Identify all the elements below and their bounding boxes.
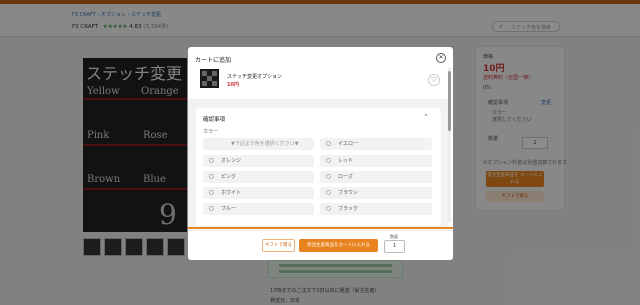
option-label: ブルー: [221, 206, 237, 212]
color-option[interactable]: ローズ: [320, 171, 432, 183]
option-label: ホワイト: [221, 190, 242, 196]
radio-icon: [209, 189, 214, 195]
cart-item: ステッチ変更オプション 10円 ♡: [196, 69, 442, 97]
radio-icon: [326, 157, 331, 163]
radio-icon: [209, 205, 214, 211]
add-to-cart-modal: カートに追加 ✕ ステッチ変更オプション 10円 ♡ 確認事項 ⌃ カラー ▼下…: [188, 47, 453, 260]
modal-title: カートに追加: [195, 57, 232, 64]
option-label: ブラック: [338, 206, 359, 212]
radio-icon: [209, 157, 214, 163]
option-label: ローズ: [338, 174, 353, 180]
color-option[interactable]: ブラウン: [320, 187, 432, 199]
color-option[interactable]: ブラック: [320, 203, 432, 215]
radio-icon: [326, 140, 331, 146]
accent-divider: [188, 227, 453, 229]
radio-icon: [326, 189, 331, 195]
color-option-placeholder[interactable]: ▼下記より色を選択ください▼: [203, 138, 314, 150]
option-label: オレンジ: [221, 158, 242, 164]
modal-footer: ギフトで贈る 受注生産商品をカートに入れる 数量 1: [188, 230, 453, 260]
confirm-section: 確認事項 ⌃ カラー ▼下記より色を選択ください▼ オレンジ ピンク ホワイト …: [196, 108, 441, 226]
color-option[interactable]: レッド: [320, 155, 432, 167]
gift-button[interactable]: ギフトで贈る: [262, 239, 295, 252]
radio-icon: [209, 173, 214, 179]
radio-icon: [326, 205, 331, 211]
option-label: イエロー: [338, 141, 358, 147]
section-title: 確認事項: [203, 117, 226, 123]
color-option[interactable]: ピンク: [203, 171, 314, 183]
modal-scrollbar[interactable]: [448, 67, 451, 223]
color-option[interactable]: イエロー: [320, 138, 432, 150]
heart-icon[interactable]: ♡: [428, 74, 440, 86]
radio-icon: [326, 173, 331, 179]
item-name: ステッチ変更オプション: [227, 74, 283, 80]
color-option[interactable]: ホワイト: [203, 187, 314, 199]
quantity-input[interactable]: 1: [384, 240, 405, 253]
placeholder-label: ▼下記より色を選択ください▼: [231, 141, 299, 147]
chevron-up-icon[interactable]: ⌃: [423, 113, 429, 121]
close-icon[interactable]: ✕: [436, 53, 446, 63]
option-label: レッド: [338, 158, 354, 164]
item-thumbnail: [200, 69, 219, 88]
color-label: カラー: [203, 129, 219, 135]
scrollbar-thumb[interactable]: [448, 71, 451, 131]
color-option[interactable]: オレンジ: [203, 155, 314, 167]
item-price: 10円: [227, 82, 239, 88]
color-option[interactable]: ブルー: [203, 203, 314, 215]
option-label: ピンク: [221, 174, 237, 180]
option-label: ブラウン: [338, 190, 359, 196]
add-to-cart-button[interactable]: 受注生産商品をカートに入れる: [299, 239, 378, 252]
